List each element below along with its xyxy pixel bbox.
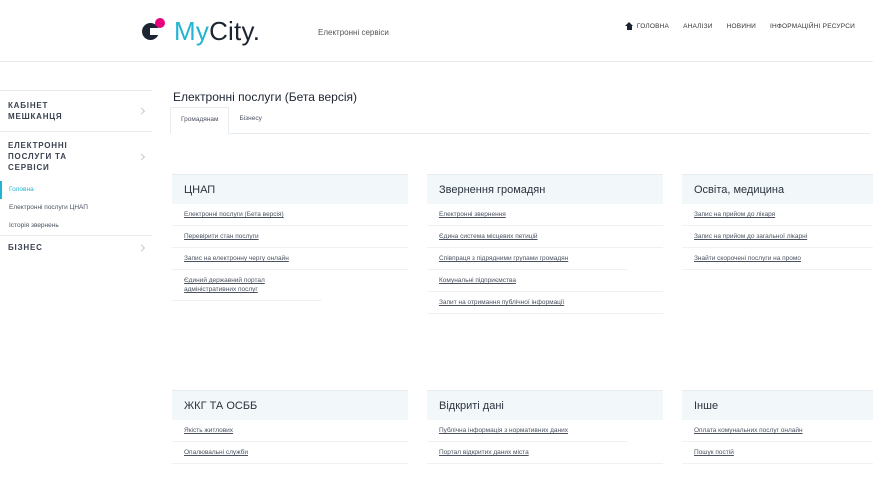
page-title: Електронні послуги (Бета версія): [173, 90, 358, 104]
nav-home[interactable]: ГОЛОВНА: [624, 22, 669, 30]
card-other: Інше Оплата комунальних послуг онлайн По…: [682, 390, 873, 464]
card-link[interactable]: Знайти скорочені послуги на промо: [682, 248, 873, 270]
tab-business[interactable]: Бізнесу: [229, 107, 271, 133]
sidebar-section-cabinet[interactable]: КАБІНЕТ МЕШКАНЦЯ: [0, 90, 152, 131]
card-link[interactable]: Співпраця з підрядними групами громадян: [427, 248, 627, 270]
card-title: Інше: [682, 390, 873, 420]
sidebar-item-home[interactable]: Головна: [0, 181, 152, 199]
card-link[interactable]: Запит на отримання публічної інформації: [427, 292, 663, 314]
card-link[interactable]: Електронні звернення: [427, 204, 663, 226]
home-icon: [624, 22, 634, 30]
chevron-icon: [137, 243, 146, 252]
card-cnap: ЦНАП Електронні послуги (Бета версія) Пе…: [172, 174, 408, 301]
nav-news[interactable]: НОВИНИ: [727, 23, 756, 30]
mycity-logo-icon: [142, 18, 168, 44]
top-navigation: ГОЛОВНА АНАЛІЗИ НОВИНИ ІНФОРМАЦІЙНІ РЕСУ…: [624, 22, 855, 30]
sidebar-item-cnap-services[interactable]: Електронні послуги ЦНАП: [0, 199, 152, 217]
card-education-medicine: Освіта, медицина Запис на прийом до ліка…: [682, 174, 873, 270]
sidebar-item-history[interactable]: Історія звернень: [0, 217, 152, 235]
site-subtitle: Електронні сервіси: [318, 28, 389, 37]
card-link[interactable]: Опалювальні служби: [172, 442, 408, 464]
card-link[interactable]: Оплата комунальних послуг онлайн: [682, 420, 873, 442]
mycity-logo[interactable]: MyCity.: [142, 13, 260, 49]
nav-analytics[interactable]: АНАЛІЗИ: [683, 23, 713, 30]
card-title: Освіта, медицина: [682, 174, 873, 204]
card-link[interactable]: Єдиний державний портал адміністративних…: [172, 270, 322, 301]
sidebar-section-e-services[interactable]: ЕЛЕКТРОННІ ПОСЛУГИ ТА СЕРВІСИ: [0, 131, 152, 181]
sidebar-section-business[interactable]: БІЗНЕС: [0, 235, 152, 259]
card-title: Звернення громадян: [427, 174, 663, 204]
card-open-data: Відкриті дані Публічна інформація з норм…: [427, 390, 663, 464]
card-title: ЦНАП: [172, 174, 408, 204]
nav-info-resources[interactable]: ІНФОРМАЦІЙНІ РЕСУРСИ: [770, 23, 855, 30]
card-link[interactable]: Запис на прийом до лікаря: [682, 204, 873, 226]
chevron-icon: [137, 152, 146, 161]
card-link[interactable]: Портал відкритих даних міста: [427, 442, 663, 464]
card-title: Відкриті дані: [427, 390, 663, 420]
card-housing: ЖКГ ТА ОСББ Якість житлових Опалювальні …: [172, 390, 408, 464]
chevron-icon: [137, 107, 146, 115]
tab-bar: Громадянам Бізнесу: [170, 107, 870, 134]
card-link[interactable]: Електронні послуги (Бета версія): [172, 204, 408, 226]
card-link[interactable]: Пошук постій: [682, 442, 873, 464]
card-link[interactable]: Публічна інформація з нормативних даних: [427, 420, 627, 442]
logo-text: MyCity.: [174, 15, 261, 46]
card-link[interactable]: Єдина система місцевих петицій: [427, 226, 663, 248]
card-link[interactable]: Перевірити стан послуги: [172, 226, 408, 248]
card-link[interactable]: Комунальні підприємства: [427, 270, 663, 292]
card-link[interactable]: Запис на прийом до загальної лікарні: [682, 226, 873, 248]
card-title: ЖКГ ТА ОСББ: [172, 390, 408, 420]
card-link[interactable]: Якість житлових: [172, 420, 408, 442]
site-header: MyCity. Електронні сервіси ГОЛОВНА АНАЛІ…: [0, 0, 873, 62]
card-appeals: Звернення громадян Електронні звернення …: [427, 174, 663, 314]
sidebar: КАБІНЕТ МЕШКАНЦЯ ЕЛЕКТРОННІ ПОСЛУГИ ТА С…: [0, 90, 152, 259]
tab-citizens[interactable]: Громадянам: [170, 107, 230, 134]
card-link[interactable]: Запис на електронну чергу онлайн: [172, 248, 408, 270]
